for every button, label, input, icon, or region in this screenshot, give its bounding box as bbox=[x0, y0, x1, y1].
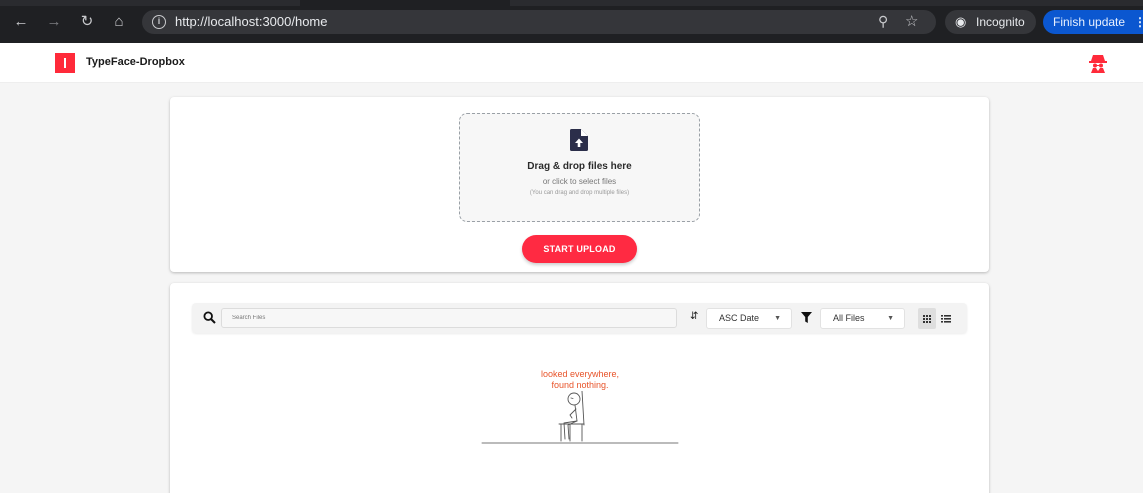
list-view-icon[interactable] bbox=[937, 308, 955, 329]
empty-state-line: looked everywhere, bbox=[540, 369, 620, 379]
menu-dots-icon[interactable]: ⋮ bbox=[1134, 10, 1143, 34]
browser-toolbar: ← → ↻ ⌂ i http://localhost:3000/home ⚲ ☆… bbox=[0, 0, 1143, 43]
active-tab[interactable] bbox=[300, 0, 510, 6]
file-upload-icon bbox=[570, 129, 588, 151]
back-icon[interactable]: ← bbox=[12, 13, 30, 31]
files-card: ⇵ ASC Date ▼ All Files ▼ l bbox=[170, 283, 989, 493]
files-toolbar: ⇵ ASC Date ▼ All Files ▼ bbox=[192, 303, 967, 333]
sort-select[interactable]: ASC Date ▼ bbox=[706, 308, 792, 329]
incognito-label: Incognito bbox=[976, 15, 1025, 29]
reload-icon[interactable]: ↻ bbox=[78, 13, 96, 31]
forward-icon[interactable]: → bbox=[45, 13, 63, 31]
chevron-down-icon: ▼ bbox=[887, 315, 894, 322]
finish-update-label: Finish update bbox=[1053, 15, 1126, 29]
file-type-select-value: All Files bbox=[833, 313, 865, 323]
incognito-badge[interactable]: ◉ Incognito bbox=[945, 10, 1036, 34]
start-upload-button[interactable]: START UPLOAD bbox=[522, 235, 637, 263]
incognito-icon: ◉ bbox=[955, 14, 967, 29]
address-bar[interactable]: i http://localhost:3000/home ⚲ ☆ bbox=[142, 10, 936, 34]
dropzone-hint: (You can drag and drop multiple files) bbox=[529, 190, 630, 196]
home-icon[interactable]: ⌂ bbox=[110, 13, 128, 31]
chevron-down-icon: ▼ bbox=[774, 315, 781, 322]
finish-update-button[interactable]: Finish update ⋮ bbox=[1043, 10, 1143, 34]
logo-icon[interactable] bbox=[55, 53, 75, 73]
search-input[interactable] bbox=[221, 308, 677, 328]
upload-card: Drag & drop files here or click to selec… bbox=[170, 97, 989, 272]
empty-state-message: looked everywhere, found nothing. bbox=[480, 369, 680, 391]
grid-view-icon[interactable] bbox=[918, 308, 936, 329]
star-icon[interactable]: ☆ bbox=[905, 12, 918, 30]
dropzone-subtitle: or click to select files bbox=[542, 177, 617, 186]
tab-strip bbox=[0, 0, 1143, 6]
brand-title[interactable]: TypeFace-Dropbox bbox=[86, 56, 185, 68]
dropzone-title: Drag & drop files here bbox=[527, 161, 632, 172]
sort-select-value: ASC Date bbox=[719, 313, 760, 323]
zoom-icon[interactable]: ⚲ bbox=[878, 13, 888, 30]
info-icon[interactable]: i bbox=[152, 15, 166, 29]
dropzone[interactable]: Drag & drop files here or click to selec… bbox=[459, 113, 700, 222]
url-text[interactable]: http://localhost:3000/home bbox=[175, 14, 328, 30]
search-icon bbox=[203, 311, 216, 324]
app-header: TypeFace-Dropbox bbox=[0, 43, 1143, 83]
user-avatar-icon[interactable] bbox=[1087, 52, 1109, 74]
empty-state-line: found nothing. bbox=[551, 380, 609, 390]
sort-icon[interactable]: ⇵ bbox=[690, 311, 698, 322]
file-type-select[interactable]: All Files ▼ bbox=[820, 308, 905, 329]
filter-icon[interactable] bbox=[801, 312, 812, 323]
empty-state-illustration bbox=[481, 391, 679, 444]
